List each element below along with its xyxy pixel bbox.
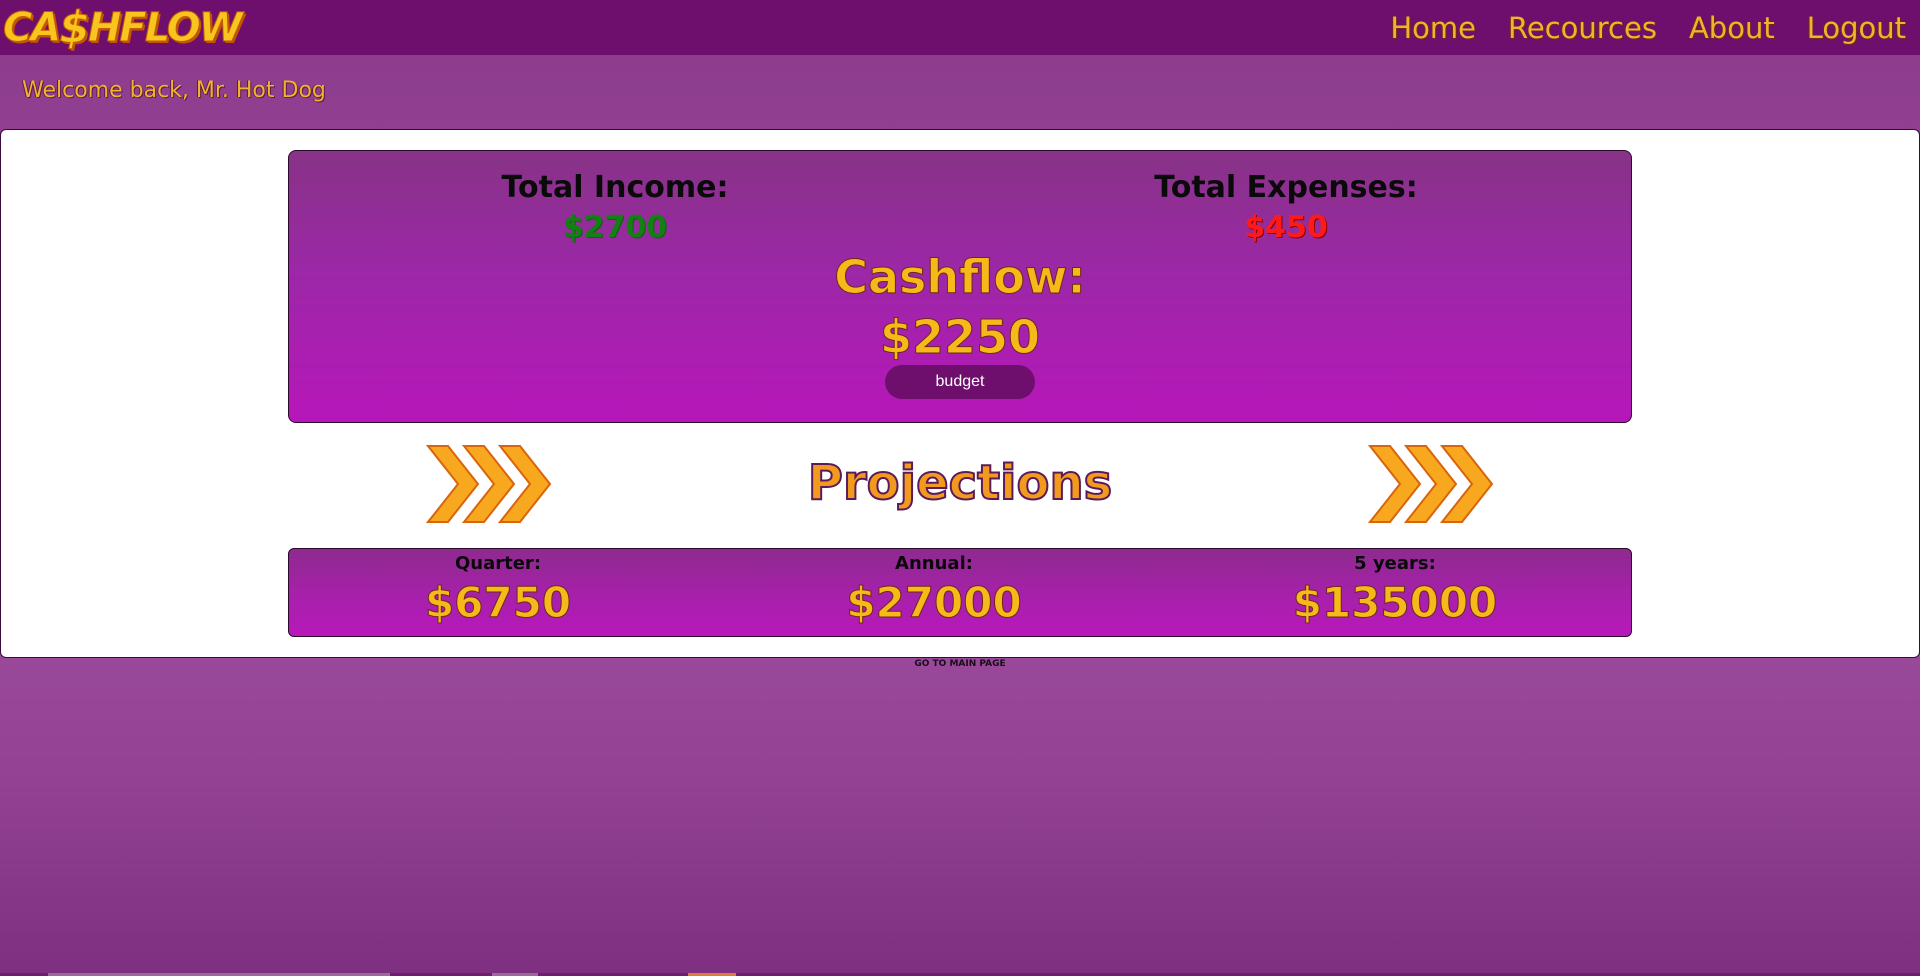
nav-about-link[interactable]: About bbox=[1689, 11, 1775, 45]
total-income-value: $2700 bbox=[562, 210, 668, 245]
five-years-value: $135000 bbox=[1292, 578, 1498, 628]
logo-text-start: CA bbox=[2, 4, 61, 51]
chevrons-right-icon bbox=[1368, 445, 1493, 523]
welcome-message: Welcome back, Mr. Hot Dog bbox=[22, 78, 326, 103]
nav-recources-link[interactable]: Recources bbox=[1508, 11, 1657, 45]
go-to-main-page-link[interactable]: GO TO MAIN PAGE bbox=[860, 659, 1060, 669]
total-expenses-label: Total Expenses: bbox=[1154, 170, 1418, 205]
annual-value: $27000 bbox=[846, 578, 1022, 628]
cashflow-label: Cashflow: bbox=[834, 250, 1087, 305]
quarter-label: Quarter: bbox=[454, 553, 542, 574]
logo-dollar-sign: $ bbox=[59, 1, 91, 53]
nav-logout-link[interactable]: Logout bbox=[1807, 11, 1906, 45]
five-years-label: 5 years: bbox=[1354, 553, 1436, 574]
quarter-value: $6750 bbox=[424, 578, 572, 628]
projections-title: Projections bbox=[807, 454, 1113, 512]
nav-home-link[interactable]: Home bbox=[1390, 11, 1476, 45]
navbar: CA $ HFLOW Home Recources About Logout bbox=[0, 0, 1920, 55]
total-expenses-value: $450 bbox=[1244, 210, 1328, 245]
nav-links: Home Recources About Logout bbox=[1390, 11, 1906, 45]
cashflow-logo[interactable]: CA $ HFLOW bbox=[2, 1, 243, 53]
cashflow-value: $2250 bbox=[879, 310, 1041, 365]
chevrons-right-icon bbox=[426, 445, 551, 523]
annual-label: Annual: bbox=[895, 553, 973, 574]
budget-button[interactable]: budget bbox=[885, 365, 1035, 399]
total-income-label: Total Income: bbox=[501, 170, 729, 205]
logo-text-end: HFLOW bbox=[87, 4, 243, 51]
